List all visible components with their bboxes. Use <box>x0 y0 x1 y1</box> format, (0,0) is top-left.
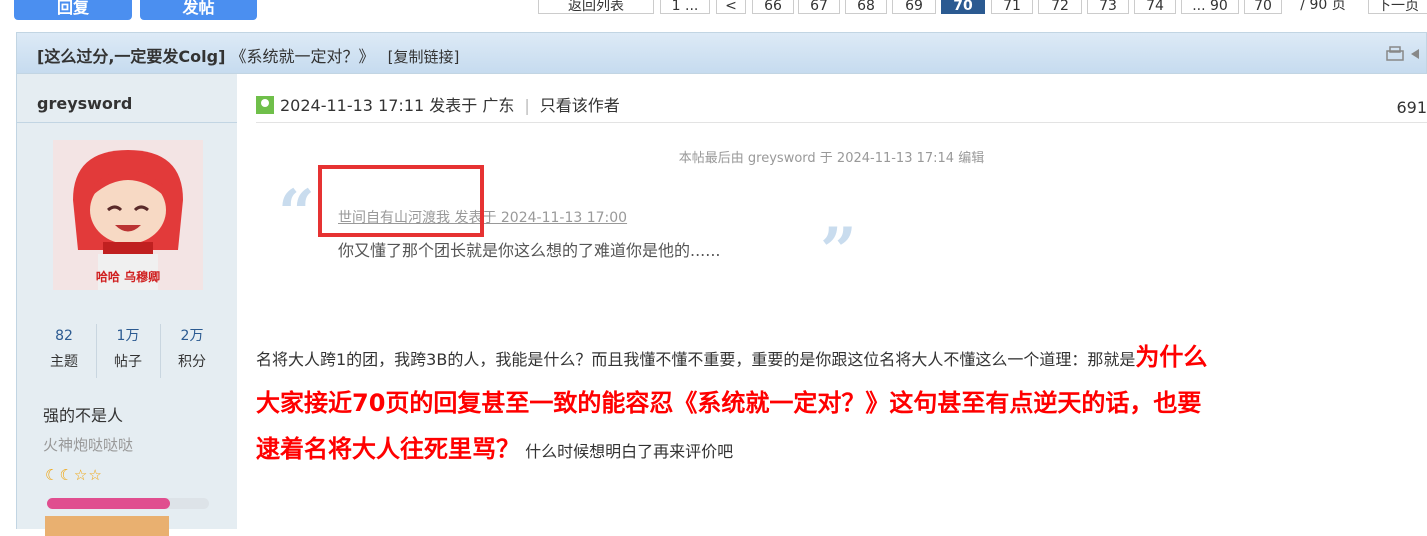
stat-points[interactable]: 2万 积分 <box>160 324 223 378</box>
divider <box>256 122 1427 123</box>
new-post-button[interactable]: 发帖 <box>140 0 257 20</box>
author-rank: 强的不是人 <box>43 406 124 425</box>
thread-title-bar: [这么过分,一定要发Colg] 《系统就一定对？》 [复制链接] <box>16 32 1427 74</box>
stat-label: 积分 <box>178 354 206 370</box>
post-time: 2024-11-13 17:11 发表于 广东 <box>280 96 515 115</box>
floor-number[interactable]: 691 <box>1396 98 1427 117</box>
page-link[interactable]: 72 <box>1038 0 1082 14</box>
meta-separator: | <box>524 96 530 115</box>
level-progress-bar <box>47 498 209 509</box>
page-link[interactable]: 71 <box>991 0 1033 14</box>
medal-image[interactable] <box>45 516 169 536</box>
stat-label: 帖子 <box>114 354 142 370</box>
first-page-link[interactable]: 1 ... <box>660 0 710 14</box>
next-page-button[interactable]: 下一页 <box>1368 0 1427 14</box>
top-toolbar: 回复 发帖 返回列表 1 ... < 66 67 68 69 70 71 72 … <box>0 0 1427 22</box>
post-text-emphasis: 大家接近70页的回复甚至一致的能容忍《系统就一定对？》这句甚至有点逆天的话，也要 <box>256 389 1202 417</box>
post-text-emphasis: 为什么 <box>1135 343 1208 371</box>
post-text: 什么时候想明白了再来评价吧 <box>520 442 734 461</box>
title-bar-icons <box>1386 45 1426 67</box>
stat-label: 主题 <box>50 354 78 370</box>
author-group[interactable]: 火神炮哒哒哒 <box>43 434 133 455</box>
print-icon[interactable] <box>1386 45 1426 63</box>
prev-page-button[interactable]: < <box>716 0 746 14</box>
copy-link-button[interactable]: [复制链接] <box>388 48 460 66</box>
page-link[interactable]: 67 <box>798 0 840 14</box>
author-sidebar: greysword 哈哈 乌穆卿 82 主题 1万 帖子 2万 积分 强的不是人… <box>16 74 237 536</box>
stat-posts[interactable]: 1万 帖子 <box>96 324 159 378</box>
post-line: 大家接近70页的回复甚至一致的能容忍《系统就一定对？》这句甚至有点逆天的话，也要 <box>256 380 1427 426</box>
only-author-link[interactable]: 只看该作者 <box>540 96 620 115</box>
page-link[interactable]: 66 <box>752 0 794 14</box>
stat-number: 2万 <box>180 328 204 344</box>
avatar[interactable]: 哈哈 乌穆卿 <box>53 140 203 290</box>
thread-title-prefix: [这么过分,一定要发Colg] <box>37 47 226 66</box>
edit-note: 本帖最后由 greysword 于 2024-11-13 17:14 编辑 <box>678 151 985 166</box>
avatar-caption: 哈哈 乌穆卿 <box>95 270 161 284</box>
thread-title-main: 《系统就一定对？》 <box>230 47 375 66</box>
online-user-icon <box>256 96 274 114</box>
page-jump-input[interactable]: 70 <box>1244 0 1282 14</box>
quote-open-icon: “ <box>278 176 315 251</box>
reply-button[interactable]: 回复 <box>14 0 132 20</box>
post-text: 名将大人跨1的团，我跨3B的人，我能是什么？而且我懂不懂不重要，重要的是你跟这位… <box>256 350 1136 369</box>
post-line: 名将大人跨1的团，我跨3B的人，我能是什么？而且我懂不懂不重要，重要的是你跟这位… <box>256 334 1427 380</box>
stat-number: 1万 <box>116 328 140 344</box>
level-progress-fill <box>47 498 171 509</box>
highlight-annotation-box <box>318 165 484 237</box>
post-meta: 2024-11-13 17:11 发表于 广东 | 只看该作者 <box>256 92 620 116</box>
author-stats: 82 主题 1万 帖子 2万 积分 <box>33 324 223 378</box>
post-body: 名将大人跨1的团，我跨3B的人，我能是什么？而且我懂不懂不重要，重要的是你跟这位… <box>256 334 1427 472</box>
post-content: 2024-11-13 17:11 发表于 广东 | 只看该作者 691 本帖最后由 … <box>236 74 1427 529</box>
last-page-link[interactable]: ... 90 <box>1181 0 1239 14</box>
thread-title: [这么过分,一定要发Colg] 《系统就一定对？》 [复制链接] <box>37 43 459 67</box>
quote-body: 你又懂了那个团长就是你这么想的了难道你是他的...... <box>338 241 721 260</box>
stat-number: 82 <box>55 328 73 344</box>
post-line: 逮着名将大人往死里骂？ 什么时候想明白了再来评价吧 <box>256 426 1427 472</box>
divider <box>17 122 237 123</box>
page-link[interactable]: 73 <box>1087 0 1129 14</box>
level-stars-icon: ☾☾☆☆ <box>45 466 103 484</box>
stat-topics[interactable]: 82 主题 <box>33 324 95 378</box>
quote-close-icon: ” <box>820 214 857 289</box>
author-name[interactable]: greysword <box>37 94 132 113</box>
page-total-label: / 90 页 <box>1284 0 1362 14</box>
post-text-emphasis: 逮着名将大人往死里骂？ <box>256 435 520 463</box>
current-page: 70 <box>941 0 985 14</box>
back-to-list-button[interactable]: 返回列表 <box>538 0 654 14</box>
page-link[interactable]: 69 <box>892 0 936 14</box>
page-link[interactable]: 74 <box>1134 0 1176 14</box>
page-link[interactable]: 68 <box>845 0 887 14</box>
